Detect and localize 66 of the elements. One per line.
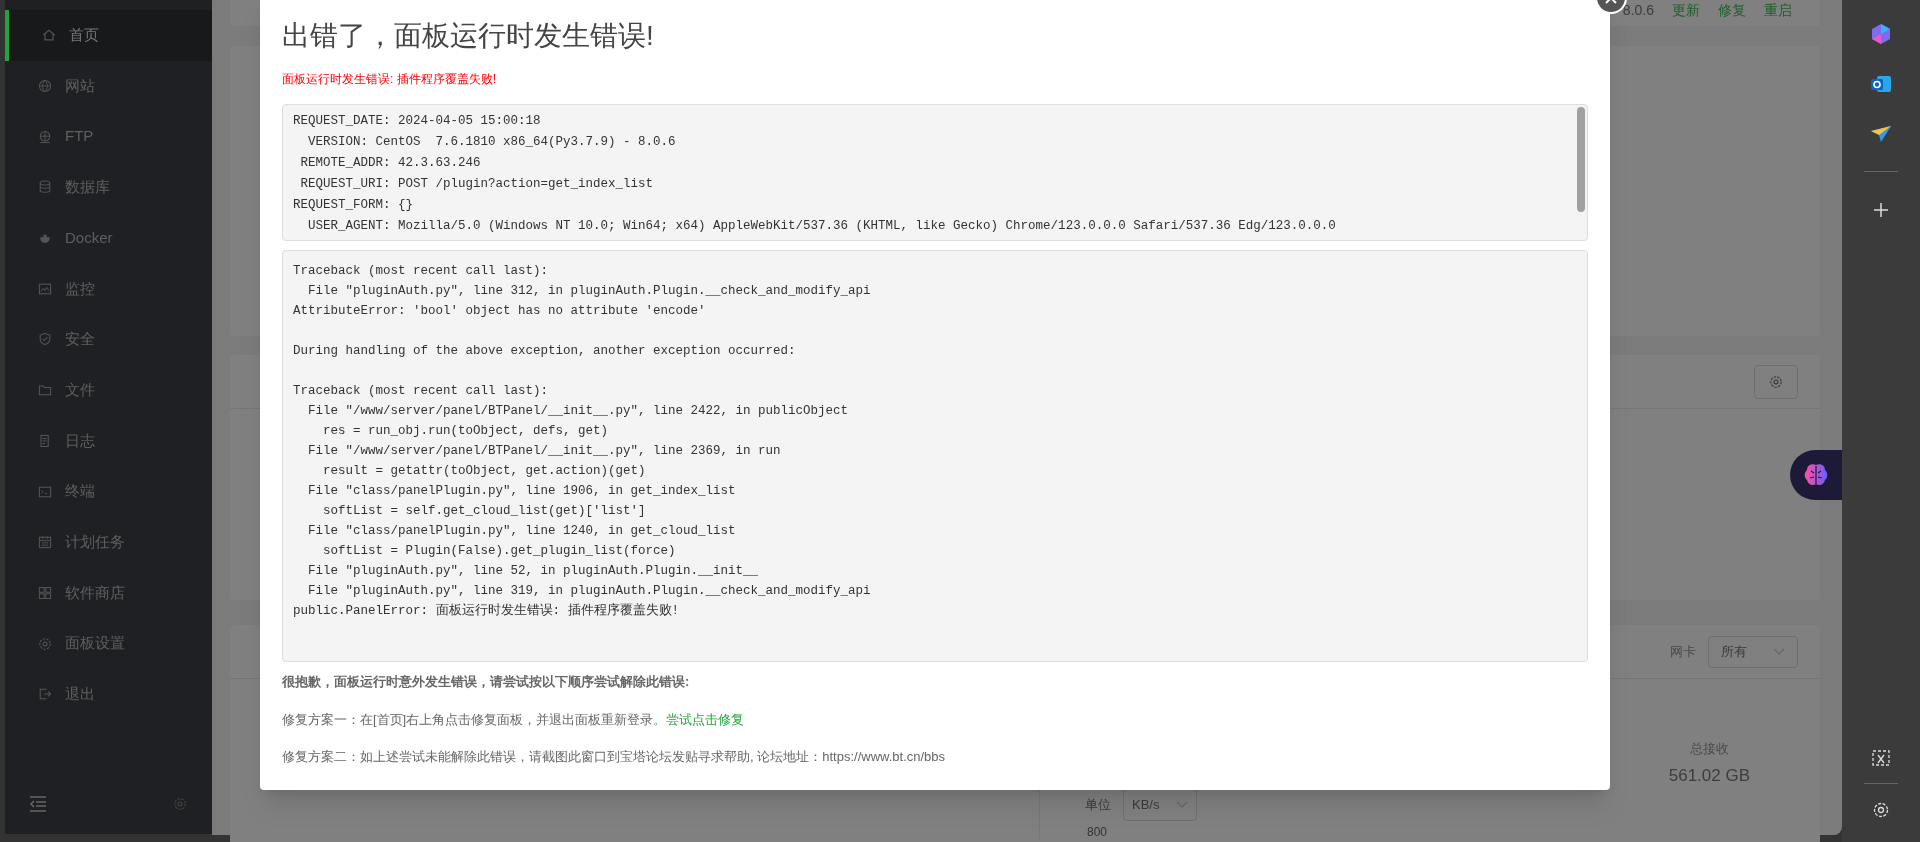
total-received-value: 561.02 GB [1668, 764, 1750, 787]
request-info-line: REMOTE_ADDR: 42.3.63.246 [299, 155, 481, 172]
repair-link[interactable]: 尝试点击修复 [666, 709, 745, 729]
traceback-line: AttributeError: 'bool' object has no attribute 'encode' [293, 303, 706, 320]
sidebar-item[interactable]: 计划任务 [5, 516, 212, 568]
chevron-down-icon [1773, 647, 1785, 656]
advice-heading: 很抱歉，面板运行时意外发生错误，请尝试按以下顺序尝试解除此错误: [282, 673, 691, 691]
sidebar-item[interactable]: 首页 [5, 10, 212, 61]
traceback-line: File "pluginAuth.py", line 312, in pluginAuth.Plugin.__check_and_modify_api [307, 283, 871, 300]
ai-assistant-button[interactable] [1790, 450, 1842, 500]
unit-label: 单位 [1085, 796, 1111, 815]
sidebar-item[interactable]: Docker [5, 212, 212, 264]
sidebar-item[interactable]: 网站 [5, 60, 212, 112]
traceback-line: res = run_obj.run(toObject, defs, get) [322, 423, 609, 440]
sidebar-item[interactable]: 文件 [5, 364, 212, 416]
request-info-line: REQUEST_URI: POST /plugin?action=get_index_list [299, 176, 654, 193]
copilot-icon[interactable] [1869, 22, 1893, 46]
globe-icon [37, 78, 53, 95]
traceback-line: result = getattr(toObject, get.action)(get) [322, 463, 646, 480]
database-icon [37, 179, 53, 196]
traceback-line: public.PanelError: 面板运行时发生错误: 插件程序覆盖失败! [293, 602, 680, 620]
traceback-line: Traceback (most recent call last): [293, 383, 549, 400]
traceback-line: File "pluginAuth.py", line 52, in pluginAuth.Plugin.__init__ [307, 563, 759, 580]
dialog-title: 出错了，面板运行时发生错误! [282, 19, 655, 53]
sidebar-item[interactable]: 面板设置 [5, 618, 212, 669]
traceback-line: File "/www/server/panel/BTPanel/__init__.py", line 2369, in run [307, 443, 781, 460]
fix-step-text: 修复方案一：在[首页]右上角点击修复面板，并退出面板重新登录。 [282, 710, 667, 729]
calendar-icon [37, 534, 53, 551]
grid-icon [37, 584, 53, 601]
traceback-line: Traceback (most recent call last): [293, 263, 549, 280]
version-action-link[interactable]: 修复 [1718, 0, 1746, 21]
chevron-down-icon [1176, 801, 1188, 809]
sidebar-item[interactable]: 软件商店 [5, 567, 212, 619]
traceback-line: File "class/panelPlugin.py", line 1240, in get_cloud_list [307, 523, 736, 540]
chart-axis-value: 800 [1087, 826, 1108, 838]
traceback-line: During handling of the above exception, another exception occurred: [293, 343, 796, 360]
sidebar-item[interactable]: 数据库 [5, 162, 212, 213]
error-summary: 面板运行时发生错误: 插件程序覆盖失败! [282, 71, 497, 88]
sidebar-item[interactable]: 日志 [5, 415, 212, 467]
settings-icon [1768, 373, 1784, 390]
traceback-line: File "pluginAuth.py", line 319, in pluginAuth.Plugin.__check_and_modify_api [307, 583, 871, 600]
request-info-line: VERSION: CentOS 7.6.1810 x86_64(Py3.7.9) - 8.0.6 [307, 134, 676, 151]
screenshot-icon[interactable] [1871, 749, 1891, 769]
fix-step-text: 修复方案二：如上述尝试未能解除此错误，请截图此窗口到宝塔论坛发贴寻求帮助, 论坛地址：https://www.bt.cn/bbs [282, 748, 946, 766]
request-info-line: REQUEST_DATE: 2024-04-05 15:00:18 [293, 113, 541, 130]
nic-select[interactable]: 所有 [1708, 635, 1798, 668]
version-action-link[interactable]: 重启 [1764, 0, 1792, 21]
settings-icon[interactable] [1871, 800, 1891, 820]
sidebar-item[interactable]: 退出 [5, 668, 212, 720]
traceback-line: softList = Plugin(False).get_plugin_list(force) [322, 543, 676, 560]
traceback-line: File "/www/server/panel/BTPanel/__init__.py", line 2422, in publicObject [307, 403, 849, 420]
version-text: 8.0.6 [1622, 0, 1654, 20]
shield-icon [37, 331, 53, 348]
sidebar-item[interactable]: 监控 [5, 263, 212, 315]
request-info-line: REQUEST_FORM: {} [293, 197, 414, 214]
plus-icon[interactable] [1873, 202, 1889, 218]
sidebar-item[interactable]: FTP [5, 111, 212, 163]
request-info-line: USER_AGENT: Mozilla/5.0 (Windows NT 10.0; Win64; x64) AppleWebKit/537.36 (KHTML, like Gecko) Chrome/123.0.0.0 Safari/537.36 Edg/123.0.0.0 [307, 218, 1336, 235]
version-action-link[interactable]: 更新 [1672, 0, 1700, 21]
sidebar-item[interactable]: 终端 [5, 466, 212, 517]
brain-icon [1803, 463, 1829, 487]
traceback-line: softList = self.get_cloud_list(get)['list'] [322, 503, 646, 520]
traceback-line: File "class/panelPlugin.py", line 1906, in get_index_list [307, 483, 736, 500]
globe-icon [37, 128, 53, 145]
settings-icon [37, 635, 53, 652]
sidebar-item[interactable]: 安全 [5, 314, 212, 365]
